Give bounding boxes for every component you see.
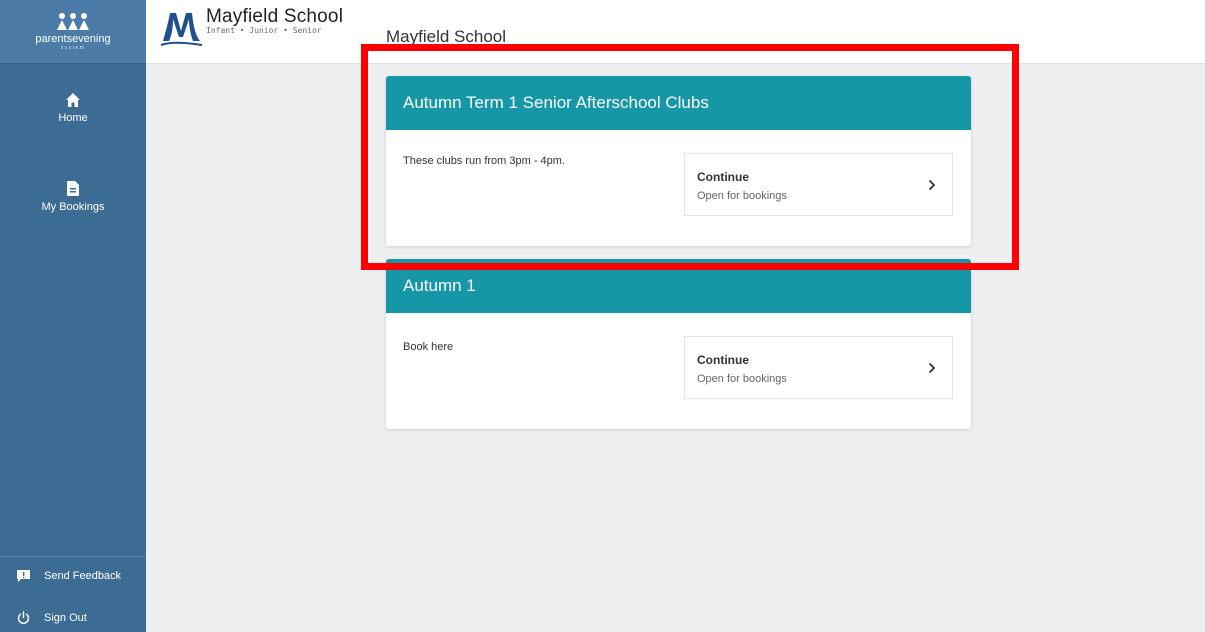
logo-name: Mayfield School xyxy=(206,6,344,27)
send-feedback-label: Send Feedback xyxy=(44,570,122,582)
continue-button[interactable]: Continue Open for bookings xyxy=(684,153,953,216)
sidebar: parentsevening system Home My Bookings S… xyxy=(0,0,146,632)
event-card-description: These clubs run from 3pm - 4pm. xyxy=(403,155,566,167)
brand-name: parentsevening xyxy=(35,33,111,45)
document-icon xyxy=(67,181,79,196)
booking-status: Open for bookings xyxy=(697,373,787,385)
event-card-description: Book here xyxy=(403,341,454,353)
page-title: Mayfield School xyxy=(386,27,507,46)
sidebar-divider xyxy=(0,556,146,557)
event-card-title: Autumn Term 1 Senior Afterschool Clubs xyxy=(386,76,971,130)
continue-label: Continue xyxy=(697,353,749,367)
nav-my-bookings[interactable]: My Bookings xyxy=(0,180,146,213)
school-logo[interactable]: Mayfield School Infant • Junior • Senior xyxy=(160,7,343,49)
home-icon xyxy=(66,93,80,107)
feedback-icon xyxy=(17,570,30,582)
sign-out-button[interactable]: Sign Out xyxy=(0,611,146,624)
nav-home[interactable]: Home xyxy=(0,92,146,124)
logo-tagline: Infant • Junior • Senior xyxy=(206,26,322,35)
event-card: Autumn Term 1 Senior Afterschool Clubs T… xyxy=(386,76,971,246)
sign-out-label: Sign Out xyxy=(44,611,87,624)
chevron-right-icon xyxy=(928,362,936,374)
school-crest-icon xyxy=(160,13,203,46)
nav-home-label: Home xyxy=(58,112,88,124)
people-icon xyxy=(57,13,89,30)
brand-logo[interactable]: parentsevening system xyxy=(0,0,146,64)
nav-my-bookings-label: My Bookings xyxy=(41,201,105,213)
chevron-right-icon xyxy=(928,179,936,191)
power-icon xyxy=(17,611,30,624)
continue-button[interactable]: Continue Open for bookings xyxy=(684,336,953,399)
event-card: Autumn 1 Book here Continue Open for boo… xyxy=(386,259,971,429)
send-feedback-button[interactable]: Send Feedback xyxy=(0,570,146,582)
continue-label: Continue xyxy=(697,170,749,184)
top-header: Mayfield School Infant • Junior • Senior… xyxy=(146,0,1205,64)
booking-status: Open for bookings xyxy=(697,190,787,202)
event-card-title: Autumn 1 xyxy=(386,259,971,313)
brand-subtitle: system xyxy=(60,45,86,51)
